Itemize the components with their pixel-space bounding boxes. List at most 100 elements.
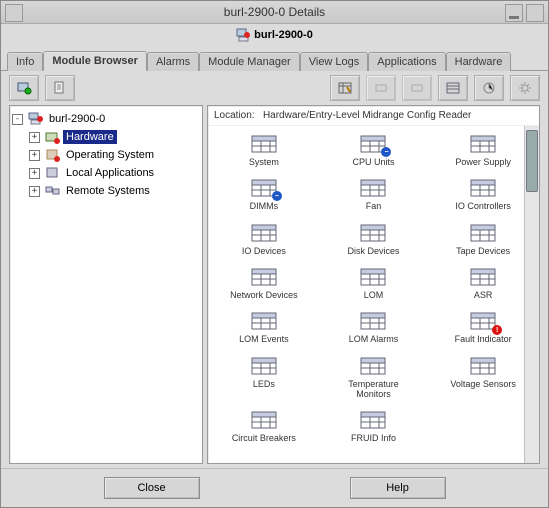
grid-item-temperature-monitors[interactable]: Temperature Monitors — [320, 352, 428, 403]
grid-item-power-supply[interactable]: Power Supply — [429, 130, 537, 170]
grid-item-lom-events[interactable]: LOM Events — [210, 307, 318, 347]
close-button[interactable]: Close — [104, 477, 200, 499]
table-icon — [358, 409, 388, 431]
info-badge-icon: − — [272, 191, 282, 201]
table-icon — [249, 266, 279, 288]
module-properties-button[interactable] — [45, 75, 75, 101]
grid-item-label: Voltage Sensors — [450, 379, 516, 389]
grid-item-label: IO Controllers — [455, 201, 511, 211]
vertical-scrollbar[interactable] — [524, 126, 539, 463]
grid-item-label: System — [249, 157, 279, 167]
table-icon — [468, 222, 498, 244]
grid-item-circuit-breakers[interactable]: Circuit Breakers — [210, 406, 318, 446]
host-node-icon — [28, 112, 43, 126]
grid-item-lom[interactable]: LOM — [320, 263, 428, 303]
window-title: burl-2900-0 Details — [224, 5, 325, 19]
grid-item-network-devices[interactable]: Network Devices — [210, 263, 318, 303]
tab-view-logs[interactable]: View Logs — [300, 52, 369, 71]
table-icon — [358, 177, 388, 199]
grid-item-label: Temperature Monitors — [334, 379, 412, 400]
tree-panel: - burl-2900-0 + Hardware + Operating Sys… — [9, 105, 203, 464]
graph-button[interactable] — [474, 75, 504, 101]
table-icon — [249, 409, 279, 431]
tree-node-local-apps[interactable]: + Local Applications — [12, 164, 200, 182]
grid-item-disk-devices[interactable]: Disk Devices — [320, 219, 428, 259]
grid-item-label: Tape Devices — [456, 246, 510, 256]
expander-icon[interactable]: + — [29, 168, 40, 179]
refresh-module-button[interactable] — [9, 75, 39, 101]
apps-node-icon — [45, 166, 60, 180]
hardware-node-icon — [45, 130, 60, 144]
grid-item-cpu-units[interactable]: −CPU Units — [320, 130, 428, 170]
grid-item-system[interactable]: System — [210, 130, 318, 170]
table-icon — [358, 266, 388, 288]
expander-icon[interactable]: + — [29, 150, 40, 161]
settings-button[interactable] — [510, 75, 540, 101]
table-icon — [249, 133, 279, 155]
grid-item-fan[interactable]: Fan — [320, 174, 428, 214]
os-node-icon — [45, 148, 60, 162]
detail-panel: Location: Hardware/Entry-Level Midrange … — [207, 105, 540, 464]
bottom-bar: Close Help — [1, 468, 548, 507]
maximize-button[interactable] — [526, 4, 544, 22]
grid-item-lom-alarms[interactable]: LOM Alarms — [320, 307, 428, 347]
table-icon — [468, 266, 498, 288]
tree-node-label: Operating System — [63, 148, 157, 162]
icon-grid: System−CPU UnitsPower Supply−DIMMsFanIO … — [210, 130, 537, 447]
scrollbar-thumb[interactable] — [526, 130, 538, 192]
grid-item-tape-devices[interactable]: Tape Devices — [429, 219, 537, 259]
grid-item-label: Network Devices — [230, 290, 298, 300]
tab-module-manager[interactable]: Module Manager — [199, 52, 300, 71]
table-icon — [358, 222, 388, 244]
grid-item-label: LOM Events — [239, 334, 289, 344]
expander-icon[interactable]: + — [29, 132, 40, 143]
view-details-button[interactable] — [330, 75, 360, 101]
table-icon — [468, 177, 498, 199]
grid-item-label: Fault Indicator — [455, 334, 512, 344]
grid-item-dimms[interactable]: −DIMMs — [210, 174, 318, 214]
titlebar: burl-2900-0 Details — [1, 1, 548, 24]
help-button[interactable]: Help — [350, 477, 446, 499]
tree-node-remote[interactable]: + Remote Systems — [12, 182, 200, 200]
table-icon: − — [358, 133, 388, 155]
expander-icon[interactable]: + — [29, 186, 40, 197]
tree-node-hardware[interactable]: + Hardware — [12, 128, 200, 146]
grid-item-label: Disk Devices — [347, 246, 399, 256]
grid-item-fault-indicator[interactable]: !Fault Indicator — [429, 307, 537, 347]
tab-hardware[interactable]: Hardware — [446, 52, 512, 71]
table-icon — [249, 355, 279, 377]
expander-icon[interactable]: - — [12, 114, 23, 125]
remote-node-icon — [45, 184, 60, 198]
location-path: Hardware/Entry-Level Midrange Config Rea… — [263, 110, 471, 121]
grid-item-label: CPU Units — [352, 157, 394, 167]
location-bar: Location: Hardware/Entry-Level Midrange … — [208, 106, 539, 126]
tree-node-os[interactable]: + Operating System — [12, 146, 200, 164]
table-icon — [468, 133, 498, 155]
tree-node-label: Hardware — [63, 130, 117, 144]
toolbar-button-3[interactable] — [402, 75, 432, 101]
grid-item-fruid-info[interactable]: FRUID Info — [320, 406, 428, 446]
tab-alarms[interactable]: Alarms — [147, 52, 199, 71]
minimize-button[interactable] — [505, 4, 523, 22]
table-icon — [249, 310, 279, 332]
grid-item-voltage-sensors[interactable]: Voltage Sensors — [429, 352, 537, 403]
host-name: burl-2900-0 — [254, 29, 313, 41]
info-badge-icon: − — [381, 147, 391, 157]
toolbar-button-2[interactable] — [366, 75, 396, 101]
view-list-button[interactable] — [438, 75, 468, 101]
grid-item-label: IO Devices — [242, 246, 286, 256]
table-icon — [358, 310, 388, 332]
tab-applications[interactable]: Applications — [368, 52, 445, 71]
tab-info[interactable]: Info — [7, 52, 43, 71]
grid-item-label: FRUID Info — [351, 433, 396, 443]
grid-item-io-controllers[interactable]: IO Controllers — [429, 174, 537, 214]
tree-root[interactable]: - burl-2900-0 — [12, 110, 200, 128]
tab-module-browser[interactable]: Module Browser — [43, 51, 147, 71]
window-menu-icon[interactable] — [5, 4, 23, 22]
grid-item-io-devices[interactable]: IO Devices — [210, 219, 318, 259]
tree-root-label: burl-2900-0 — [46, 112, 108, 126]
grid-item-asr[interactable]: ASR — [429, 263, 537, 303]
table-icon: − — [249, 177, 279, 199]
tab-bar: Info Module Browser Alarms Module Manage… — [1, 46, 548, 71]
grid-item-leds[interactable]: LEDs — [210, 352, 318, 403]
